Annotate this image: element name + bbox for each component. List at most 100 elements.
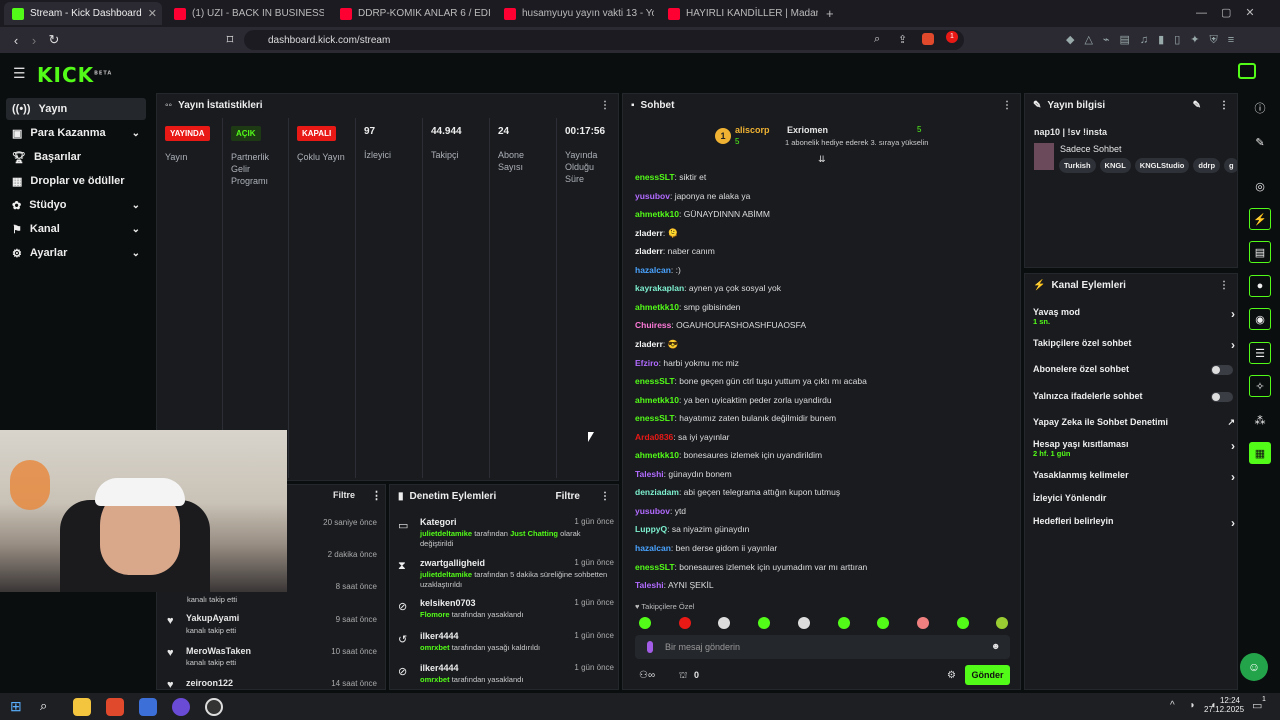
kick-app-icon[interactable] [1238, 63, 1256, 79]
file-explorer-icon[interactable] [73, 698, 91, 716]
tag[interactable]: g [1224, 158, 1237, 173]
account-age-row[interactable]: Hesap yaşı kısıtlaması 2 hf. 1 gün › [1033, 439, 1235, 458]
list-icon[interactable]: ▤ [1249, 241, 1271, 263]
banned-words-row[interactable]: Yasaklanmış kelimeler › [1033, 470, 1235, 484]
chat-username[interactable]: ahmetkk10 [635, 450, 679, 460]
kebab-menu-icon[interactable]: ⋮ [1219, 280, 1229, 291]
settings-icon[interactable]: ⚙ [947, 670, 956, 681]
obs-icon[interactable] [172, 698, 190, 716]
chat-username[interactable]: Arda0836 [635, 432, 673, 442]
clapper-icon[interactable]: ▦ [1249, 442, 1271, 464]
chat-username[interactable]: zladerr [635, 246, 663, 256]
sidebar-item-basarilar[interactable]: 🏆︎ Başarılar [6, 146, 146, 168]
emote-icon[interactable] [837, 617, 850, 629]
tab-youtube-4[interactable]: HAYIRLI KANDİLLER | Madara Olduk - [660, 2, 818, 25]
kick-logo[interactable]: KICKBETA [37, 63, 112, 87]
stack-icon[interactable]: ☰ [1249, 342, 1271, 364]
moderation-row[interactable]: ▭ Kategori 1 gün önce julietdeltamike taraf… [396, 517, 618, 549]
category-name[interactable]: Sadece Sohbet [1060, 144, 1122, 154]
bolt-icon[interactable]: ⚡ [1249, 208, 1271, 230]
wrench-icon[interactable]: ✧ [1249, 375, 1271, 397]
notification-icon[interactable]: ▭ [1252, 699, 1262, 712]
chat-username[interactable]: enessSLT [635, 172, 675, 182]
filter-button[interactable]: Filtre [333, 490, 355, 500]
chat-username[interactable]: hazalcan [635, 265, 671, 275]
top-gifter-name[interactable]: aliscorp [735, 125, 770, 135]
link-icon[interactable]: ⚇∞ [639, 670, 655, 681]
ai-moderation-row[interactable]: Yapay Zeka ile Sohbet Denetimi ↗ [1033, 417, 1235, 427]
sidebar-item-studyo[interactable]: ✿ Stüdyo ⌄ [6, 194, 146, 216]
sidebar-item-droplar[interactable]: ▦ Droplar ve ödüller [6, 170, 146, 192]
tab-youtube-2[interactable]: DDRP-KOMIK ANLAR 6 / EDITLI - You [332, 2, 490, 25]
tab-youtube-1[interactable]: (1) UZI - BACK IN BUSINESS - Yo [166, 2, 324, 25]
emote-icon[interactable] [639, 617, 651, 629]
emote-icon[interactable] [758, 617, 771, 629]
moderation-row[interactable]: ⊘ ilker4444 1 gün önce omrxbet tarafından y… [396, 663, 618, 695]
edit-icon[interactable]: ✎ [1193, 100, 1201, 111]
forward-icon[interactable]: › [24, 30, 44, 50]
tab-youtube-3[interactable]: husamyuyu yayın vakti 13 - YouTube [496, 2, 654, 25]
tag[interactable]: KNGLStudio [1134, 158, 1190, 173]
sidebar-item-kanal[interactable]: ⚑ Kanal ⌄ [6, 218, 146, 240]
chat-username[interactable]: ahmetkk10 [635, 395, 679, 405]
mic-icon[interactable] [647, 641, 653, 653]
tag[interactable]: ddrp [1193, 158, 1221, 173]
kebab-menu-icon[interactable]: ⋮ [600, 100, 610, 111]
reload-icon[interactable]: ↻ [44, 30, 64, 50]
chat-username[interactable]: Taleshi [635, 580, 664, 590]
emote-icon[interactable] [797, 617, 810, 629]
chat-username[interactable]: kayrakaplan [635, 283, 684, 293]
new-tab-button[interactable]: + [826, 6, 834, 21]
moderation-row[interactable]: ⧗ zwartgalligheid 1 gün önce julietdeltamik… [396, 558, 618, 590]
chat-username[interactable]: zladerr [635, 228, 663, 238]
emotes-only-toggle[interactable] [1211, 392, 1233, 402]
sidebar-item-para-kazanma[interactable]: ▣ Para Kazanma ⌄ [6, 122, 146, 144]
recording-app-icon[interactable] [205, 698, 223, 716]
back-icon[interactable]: ‹ [6, 30, 26, 50]
chat-username[interactable]: Taleshi [635, 469, 664, 479]
moderation-row[interactable]: ↺ ilker4444 1 gün önce omrxbet tarafından y… [396, 631, 618, 663]
raid-row[interactable]: İzleyici Yönlendir [1033, 493, 1235, 503]
clock[interactable]: 12:24 27.12.2025 [1204, 696, 1244, 714]
scroll-down-icon[interactable]: ⇊ [818, 154, 826, 165]
subscribers-only-toggle[interactable] [1211, 365, 1233, 375]
chat-username[interactable]: yusubov [635, 191, 670, 201]
search-icon[interactable]: ⌕ [40, 698, 58, 716]
slow-mode-row[interactable]: Yavaş mod 1 sn. › [1033, 307, 1235, 326]
follower-name[interactable]: YakupAyami [186, 613, 239, 623]
info-icon[interactable]: ⓘ [1249, 97, 1271, 119]
chat-bubble-icon[interactable]: ● [1249, 275, 1271, 297]
tag[interactable]: KNGL [1099, 158, 1131, 173]
close-tab-icon[interactable]: ✕ [148, 7, 157, 20]
emote-icon[interactable] [996, 617, 1009, 629]
target-icon[interactable]: ◎ [1249, 175, 1271, 197]
followers-only-row[interactable]: Takipçilere özel sohbet › [1033, 338, 1235, 352]
app-icon[interactable] [139, 698, 157, 716]
rewards-icon[interactable]: 1 [946, 31, 958, 43]
chat-username[interactable]: Chuiress [635, 320, 671, 330]
broadcast-icon[interactable]: ◉ [1249, 308, 1271, 330]
bookmark-icon[interactable]: ⌑ [220, 30, 240, 50]
zoom-icon[interactable]: ⌕ [874, 33, 880, 46]
goals-row[interactable]: Hedefleri belirleyin › [1033, 516, 1235, 530]
chat-username[interactable]: enessSLT [635, 413, 675, 423]
moderation-row[interactable]: ⊘ kelsiken0703 1 gün önce Flomore tarafında… [396, 598, 618, 630]
menu-icon[interactable]: ☰ [13, 65, 26, 82]
chat-username[interactable]: enessSLT [635, 562, 675, 572]
chat-username[interactable]: hazalcan [635, 543, 671, 553]
extension-icons[interactable]: ◆△⌁▤♫▮▯✦⛨≡ [1066, 33, 1244, 47]
emoji-icon[interactable]: ☻ [991, 641, 1000, 651]
emote-icon[interactable] [877, 617, 890, 629]
kebab-menu-icon[interactable]: ⋮ [1002, 100, 1012, 111]
address-bar[interactable]: dashboard.kick.com/stream [244, 30, 964, 50]
sidebar-item-ayarlar[interactable]: ⚙ Ayarlar ⌄ [6, 242, 146, 264]
gifter-name[interactable]: Exriomen [787, 125, 828, 135]
send-button[interactable]: Gönder [965, 665, 1010, 685]
chat-input[interactable]: Bir mesaj gönderin [635, 635, 1010, 659]
share-icon[interactable]: ⇪ [898, 33, 907, 46]
chat-username[interactable]: LuppyQ [635, 524, 667, 534]
support-chat-icon[interactable]: ☺ [1240, 653, 1268, 681]
chat-username[interactable]: enessSLT [635, 376, 675, 386]
kebab-menu-icon[interactable]: ⋮ [1219, 100, 1229, 111]
emote-icon[interactable] [678, 617, 691, 629]
